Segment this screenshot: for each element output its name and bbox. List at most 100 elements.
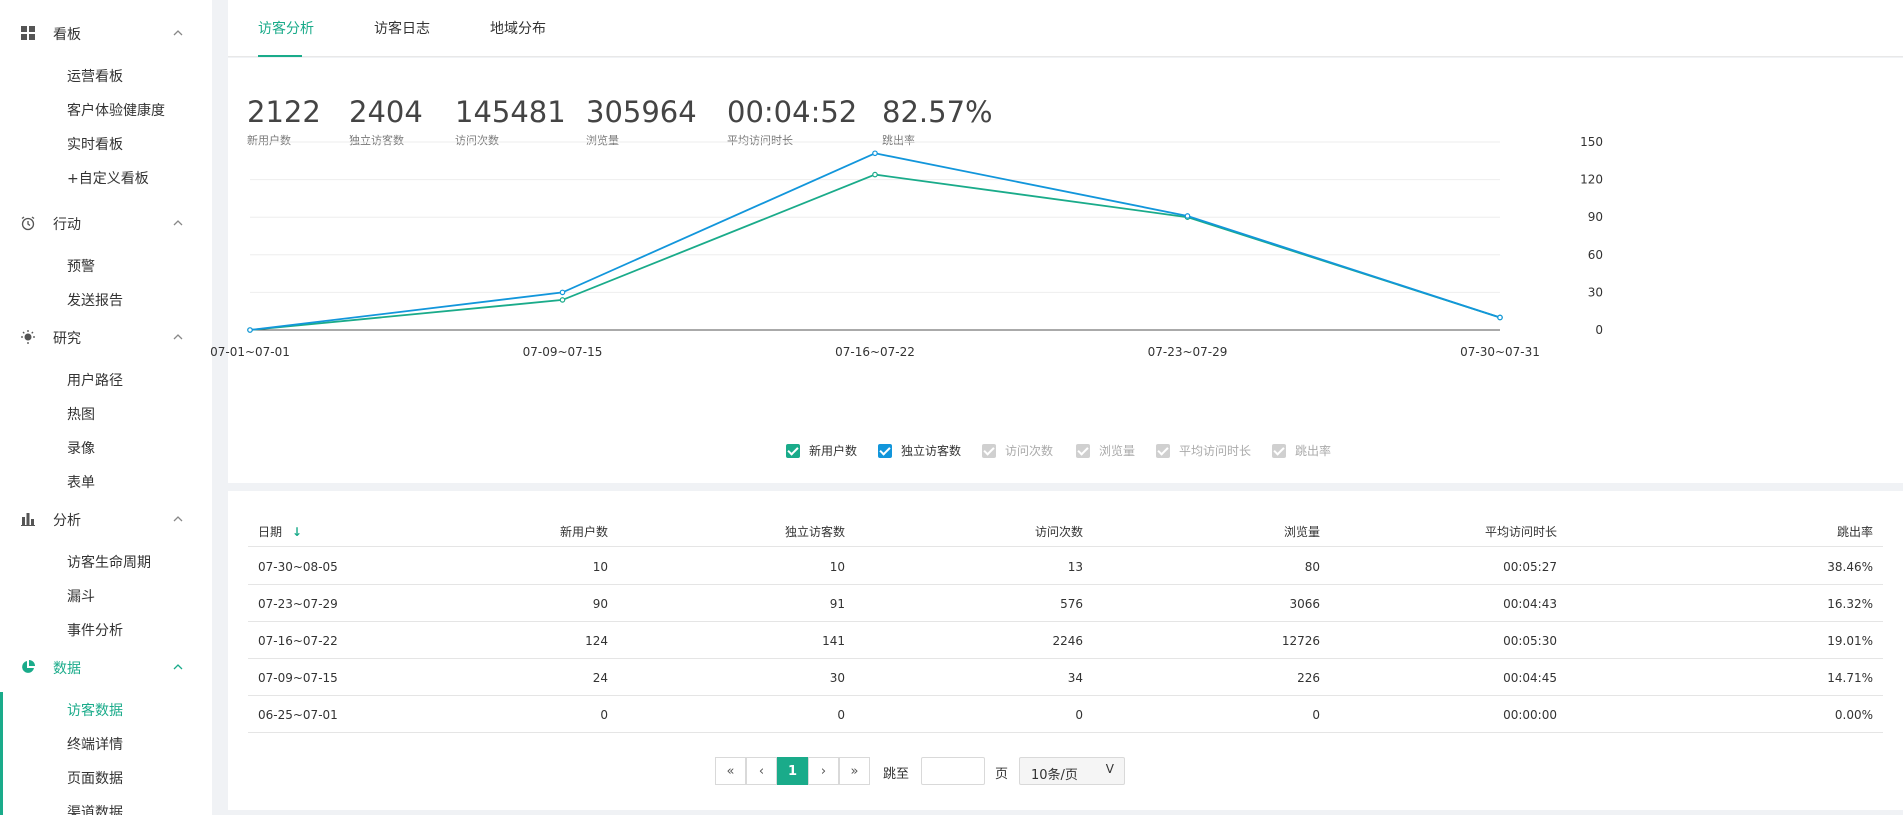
series-point [872, 150, 878, 157]
series-point [247, 327, 253, 333]
sidebar-group-dashboard[interactable]: 看板 [0, 16, 212, 50]
chart-card: 2122 新用户数 2404 独立访客数 145481 访问次数 305964 … [210, 58, 1903, 483]
column-header-pageviews: 浏览量 [1283, 525, 1320, 539]
table-cell: 3066 [1289, 597, 1320, 611]
alarm-clock-icon [21, 216, 35, 231]
sidebar-group-label: 行动 [53, 217, 81, 233]
sidebar-item-cx-health[interactable]: 客户体验健康度 [0, 92, 212, 126]
sidebar-item-page-data[interactable]: 页面数据 [0, 760, 212, 794]
column-header-label: 日期 [258, 525, 283, 539]
chevron-up-icon [173, 334, 183, 340]
table-cell: 00:05:27 [1503, 560, 1557, 574]
table-cell: 06-25~07-01 [258, 708, 338, 722]
sidebar-item-visitor-data[interactable]: 访客数据 [0, 692, 212, 815]
checkbox-disabled-icon [1272, 443, 1286, 458]
sidebar-group-data[interactable]: 数据 [0, 650, 212, 684]
sidebar-item-label: 表单 [67, 475, 95, 491]
sidebar-item-ops-dashboard[interactable]: 运营看板 [0, 58, 212, 92]
sidebar-item-event-analysis[interactable]: 事件分析 [0, 612, 212, 646]
first-page-button[interactable]: « [715, 757, 746, 785]
table-cell: 2246 [1052, 634, 1083, 648]
chevron-up-icon [173, 220, 183, 226]
chevron-up-icon [173, 516, 183, 522]
table-cell: 226 [1297, 671, 1320, 685]
table-cell: 0 [600, 708, 608, 722]
pagination: « ‹ 1 › » 跳至 页 10条/页 V [228, 757, 1903, 785]
table-cell: 576 [1060, 597, 1083, 611]
sidebar-item-label: 访客数据 [67, 703, 123, 719]
table-cell: 13 [1067, 560, 1083, 574]
legend-label: 访问次数 [1005, 444, 1054, 458]
legend-label: 独立访客数 [901, 444, 962, 458]
page-1-button[interactable]: 1 [777, 757, 808, 785]
column-header-date[interactable]: 日期 ↓ [258, 523, 302, 540]
table-row: 07-30~08-05 10 10 13 80 00:05:27 38.46% [248, 548, 1883, 585]
tab-visitor-analysis[interactable]: 访客分析 [258, 18, 314, 38]
sidebar-item-visitor-lifecycle[interactable]: 访客生命周期 [0, 544, 212, 578]
table-cell: 24 [592, 671, 608, 685]
column-header-unique-visitors: 独立访客数 [784, 525, 845, 539]
table-cell: 07-09~07-15 [258, 671, 338, 685]
column-header-bounce-rate: 跳出率 [1836, 525, 1873, 539]
chevron-up-icon [173, 664, 183, 670]
column-header-avg-duration: 平均访问时长 [1484, 525, 1557, 539]
checkbox-disabled-icon [982, 443, 996, 458]
sidebar-item-label: 预警 [67, 259, 95, 275]
tab-region-distribution[interactable]: 地域分布 [490, 18, 546, 38]
legend-label: 浏览量 [1099, 444, 1136, 458]
sidebar-item-label: 运营看板 [67, 69, 123, 85]
table-cell: 00:00:00 [1503, 708, 1557, 722]
tab-bar: 访客分析 访客日志 地域分布 [228, 0, 1903, 57]
series-point [559, 289, 566, 296]
sidebar-item-funnel[interactable]: 漏斗 [0, 578, 212, 612]
series-point [1497, 314, 1503, 321]
sidebar-item-label: 页面数据 [67, 771, 123, 787]
table-cell: 90 [592, 597, 608, 611]
sidebar-item-label: 终端详情 [67, 737, 123, 753]
table-cell: 141 [822, 634, 845, 648]
table-cell: 12726 [1281, 634, 1320, 648]
column-header-visits: 访问次数 [1034, 525, 1083, 539]
prev-page-button[interactable]: ‹ [746, 757, 777, 785]
legend-new-users[interactable]: 新用户数 [786, 442, 857, 459]
tab-visitor-log[interactable]: 访客日志 [374, 18, 430, 38]
legend-label: 新用户数 [809, 444, 858, 458]
table-cell: 19.01% [1827, 634, 1873, 648]
sidebar-item-user-path[interactable]: 用户路径 [0, 362, 212, 396]
legend-avg-duration[interactable]: 平均访问时长 [1156, 442, 1251, 459]
legend-pageviews[interactable]: 浏览量 [1076, 442, 1135, 459]
table-cell: 00:04:43 [1503, 597, 1557, 611]
legend-visits[interactable]: 访问次数 [982, 442, 1053, 459]
table-cell: 0 [1312, 708, 1320, 722]
sidebar-item-form[interactable]: 表单 [0, 464, 212, 498]
sidebar-item-alert[interactable]: 预警 [0, 248, 212, 282]
sidebar-item-recording[interactable]: 录像 [0, 430, 212, 464]
legend-bounce-rate[interactable]: 跳出率 [1272, 442, 1331, 459]
series-point [872, 171, 878, 178]
sidebar-group-analysis[interactable]: 分析 [0, 502, 212, 536]
last-page-button[interactable]: » [839, 757, 870, 785]
sort-down-arrow-icon[interactable]: ↓ [292, 525, 302, 539]
page-size-select[interactable]: 10条/页 V [1019, 757, 1125, 785]
table-cell: 07-30~08-05 [258, 560, 338, 574]
next-page-button[interactable]: › [808, 757, 839, 785]
sidebar-item-realtime-dashboard[interactable]: 实时看板 [0, 126, 212, 160]
sidebar-item-heatmap[interactable]: 热图 [0, 396, 212, 430]
sidebar-item-label: 渠道数据 [67, 805, 123, 815]
sidebar-item-send-report[interactable]: 发送报告 [0, 282, 212, 316]
checkbox-checked-icon [786, 443, 800, 458]
checkbox-disabled-icon [1076, 443, 1090, 458]
sidebar-group-action[interactable]: 行动 [0, 206, 212, 240]
sidebar-group-research[interactable]: 研究 [0, 320, 212, 354]
sidebar-item-device-details[interactable]: 终端详情 [0, 726, 212, 760]
jump-to-label: 跳至 [883, 767, 910, 782]
legend-unique-visitors[interactable]: 独立访客数 [878, 442, 961, 459]
x-tick-label: 07-30~07-31 [1460, 345, 1540, 359]
table-cell: 07-23~07-29 [258, 597, 338, 611]
sidebar-item-custom-dashboard[interactable]: +自定义看板 [0, 160, 212, 194]
table-cell: 30 [829, 671, 845, 685]
sidebar-item-channel-data[interactable]: 渠道数据 [0, 794, 212, 815]
jump-page-input[interactable] [921, 757, 985, 785]
visitor-line-chart: 0 30 60 90 120 150 07-01~07-01 07-09~07-15 07-16… [210, 135, 1603, 359]
table-cell: 38.46% [1827, 560, 1873, 574]
